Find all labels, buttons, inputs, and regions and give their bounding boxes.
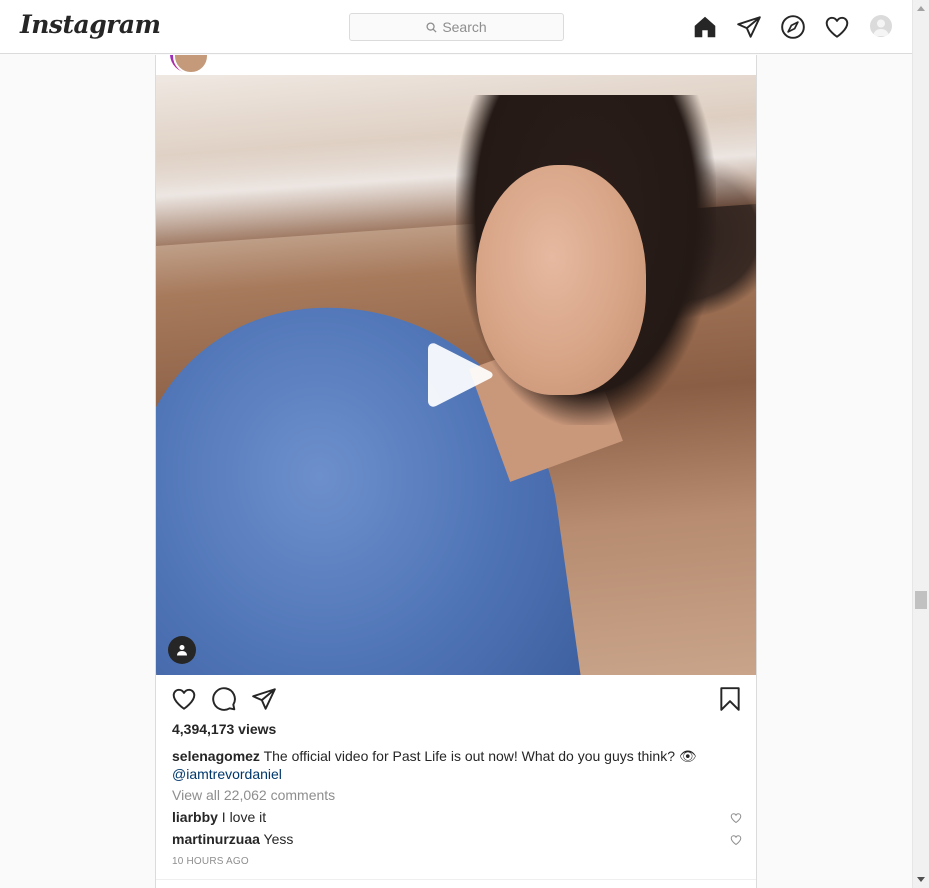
feed-post: 4,394,173 views selenagomez The official… xyxy=(155,55,757,888)
caption-text: The official video for Past Life is out … xyxy=(259,748,697,764)
activity-heart-icon[interactable] xyxy=(824,14,850,40)
view-all-comments-link[interactable]: View all 22,062 comments xyxy=(172,787,335,803)
bookmark-icon[interactable] xyxy=(717,686,743,712)
search-icon xyxy=(426,21,437,33)
explore-icon[interactable] xyxy=(780,14,806,40)
post-timestamp[interactable]: 10 HOURS AGO xyxy=(172,856,249,867)
top-nav-bar: Instagram Search xyxy=(0,0,912,54)
comment-icon[interactable] xyxy=(211,686,237,712)
instagram-logo[interactable]: Instagram xyxy=(20,10,161,39)
comment-input-divider xyxy=(156,879,756,880)
user-tag-icon xyxy=(177,645,187,656)
comment-row: liarbby I love it xyxy=(172,809,742,827)
page-scrollbar[interactable] xyxy=(912,0,929,888)
comment-text: Yess xyxy=(259,831,294,847)
profile-avatar[interactable] xyxy=(870,15,892,37)
search-input[interactable]: Search xyxy=(349,13,564,41)
comment-username[interactable]: liarbby xyxy=(172,809,218,825)
comment-text: I love it xyxy=(217,809,267,825)
comment-like-heart-icon[interactable] xyxy=(730,812,742,824)
comment-row: martinurzuaa Yess xyxy=(172,831,742,849)
comment-like-heart-icon[interactable] xyxy=(730,834,742,846)
share-icon[interactable] xyxy=(251,686,277,712)
video-subject-face xyxy=(476,165,646,395)
comment-username[interactable]: martinurzuaa xyxy=(172,831,260,847)
direct-icon[interactable] xyxy=(736,14,762,40)
scroll-up-arrow-icon[interactable] xyxy=(917,6,925,11)
play-icon[interactable] xyxy=(426,340,496,410)
default-avatar-icon xyxy=(873,19,889,36)
view-count[interactable]: 4,394,173 views xyxy=(172,721,276,737)
scrollbar-thumb[interactable] xyxy=(915,591,927,609)
post-video[interactable] xyxy=(156,75,756,675)
user-tag-button[interactable] xyxy=(168,636,196,664)
post-caption: selenagomez The official video for Past … xyxy=(172,747,732,783)
caption-username[interactable]: selenagomez xyxy=(172,748,260,764)
search-placeholder: Search xyxy=(442,19,487,35)
scroll-down-arrow-icon[interactable] xyxy=(917,877,925,882)
post-actions xyxy=(156,675,756,723)
caption-mention[interactable]: @iamtrevordaniel xyxy=(172,766,282,782)
like-heart-icon[interactable] xyxy=(171,686,197,712)
home-icon[interactable] xyxy=(692,14,718,40)
